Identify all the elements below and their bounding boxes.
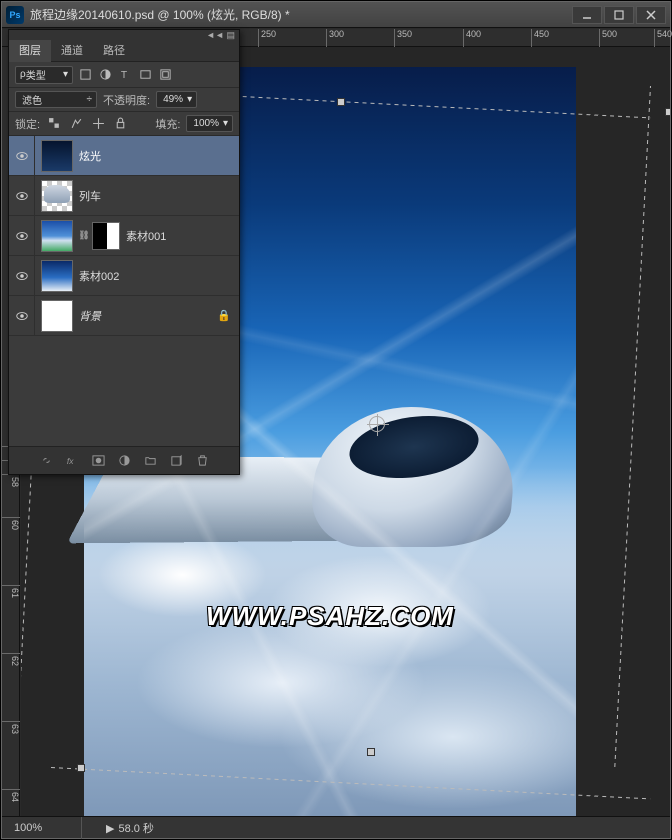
new-layer-icon[interactable] bbox=[168, 453, 184, 469]
visibility-toggle[interactable] bbox=[9, 256, 35, 296]
lock-all-icon[interactable] bbox=[112, 116, 128, 132]
link-icon: ⛓ bbox=[79, 222, 89, 250]
opacity-label: 不透明度: bbox=[103, 92, 150, 108]
lock-pixels-icon[interactable] bbox=[68, 116, 84, 132]
layer-fx-icon[interactable]: fx bbox=[64, 453, 80, 469]
delete-layer-icon[interactable] bbox=[194, 453, 210, 469]
link-layers-icon[interactable] bbox=[38, 453, 54, 469]
app-icon: Ps bbox=[6, 6, 24, 24]
layers-panel[interactable]: ◄◄ ▤ 图层 通道 路径 ρ 类型▾ T 滤色÷ 不透明度: 49%▾ 锁定:… bbox=[8, 29, 240, 475]
status-bar: 100% ▶58.0 秒 bbox=[2, 816, 670, 838]
layer-row[interactable]: 背景 🔒 bbox=[9, 296, 239, 336]
panel-collapse-bar[interactable]: ◄◄ ▤ bbox=[9, 30, 239, 40]
visibility-toggle[interactable] bbox=[9, 176, 35, 216]
filter-shape-icon[interactable] bbox=[137, 67, 153, 83]
layer-thumbnail[interactable] bbox=[41, 140, 73, 172]
layers-list: 炫光 列车 ⛓ 素材001 素材002 背景 🔒 bbox=[9, 136, 239, 336]
layer-name[interactable]: 背景 bbox=[79, 308, 217, 324]
group-icon[interactable] bbox=[142, 453, 158, 469]
tab-channels[interactable]: 通道 bbox=[51, 40, 93, 62]
layer-row[interactable]: 素材002 bbox=[9, 256, 239, 296]
lock-transparency-icon[interactable] bbox=[46, 116, 62, 132]
minimize-button[interactable] bbox=[572, 6, 602, 24]
transform-handle[interactable] bbox=[665, 108, 670, 116]
layer-name[interactable]: 素材001 bbox=[126, 228, 231, 244]
visibility-toggle[interactable] bbox=[9, 296, 35, 336]
status-time: ▶58.0 秒 bbox=[82, 820, 154, 836]
layer-row[interactable]: ⛓ 素材001 bbox=[9, 216, 239, 256]
filter-smart-icon[interactable] bbox=[157, 67, 173, 83]
layer-panel-footer: fx bbox=[9, 446, 239, 474]
layer-mask-thumbnail[interactable] bbox=[92, 222, 120, 250]
layer-thumbnail[interactable] bbox=[41, 220, 73, 252]
layer-thumbnail[interactable] bbox=[41, 300, 73, 332]
watermark-text: WWW.PSAHZ.COM bbox=[206, 601, 454, 632]
lock-icon: 🔒 bbox=[217, 309, 231, 322]
layer-thumbnail[interactable] bbox=[41, 180, 73, 212]
fill-input[interactable]: 100%▾ bbox=[186, 115, 233, 132]
tab-paths[interactable]: 路径 bbox=[93, 40, 135, 62]
filter-type-icon[interactable]: T bbox=[117, 67, 133, 83]
zoom-level[interactable]: 100% bbox=[2, 817, 82, 839]
visibility-toggle[interactable] bbox=[9, 136, 35, 176]
title-bar: Ps 旅程边缘20140610.psd @ 100% (炫光, RGB/8) * bbox=[2, 2, 670, 28]
layer-name[interactable]: 素材002 bbox=[79, 268, 231, 284]
layer-filter-type[interactable]: ρ 类型▾ bbox=[15, 66, 73, 84]
layer-row[interactable]: 炫光 bbox=[9, 136, 239, 176]
filter-adjust-icon[interactable] bbox=[97, 67, 113, 83]
svg-text:T: T bbox=[120, 70, 126, 81]
tab-layers[interactable]: 图层 bbox=[9, 40, 51, 62]
visibility-toggle[interactable] bbox=[9, 216, 35, 256]
filter-pixel-icon[interactable] bbox=[77, 67, 93, 83]
add-mask-icon[interactable] bbox=[90, 453, 106, 469]
layer-name[interactable]: 列车 bbox=[79, 188, 231, 204]
opacity-input[interactable]: 49%▾ bbox=[156, 91, 197, 108]
adjustment-layer-icon[interactable] bbox=[116, 453, 132, 469]
document-title: 旅程边缘20140610.psd @ 100% (炫光, RGB/8) * bbox=[30, 6, 570, 23]
layer-name[interactable]: 炫光 bbox=[79, 148, 231, 164]
layer-row[interactable]: 列车 bbox=[9, 176, 239, 216]
maximize-button[interactable] bbox=[604, 6, 634, 24]
lock-label: 锁定: bbox=[15, 116, 40, 132]
fill-label: 填充: bbox=[155, 116, 180, 132]
svg-text:fx: fx bbox=[66, 456, 73, 466]
blend-mode-select[interactable]: 滤色÷ bbox=[15, 91, 97, 108]
close-button[interactable] bbox=[636, 6, 666, 24]
lock-position-icon[interactable] bbox=[90, 116, 106, 132]
layer-thumbnail[interactable] bbox=[41, 260, 73, 292]
